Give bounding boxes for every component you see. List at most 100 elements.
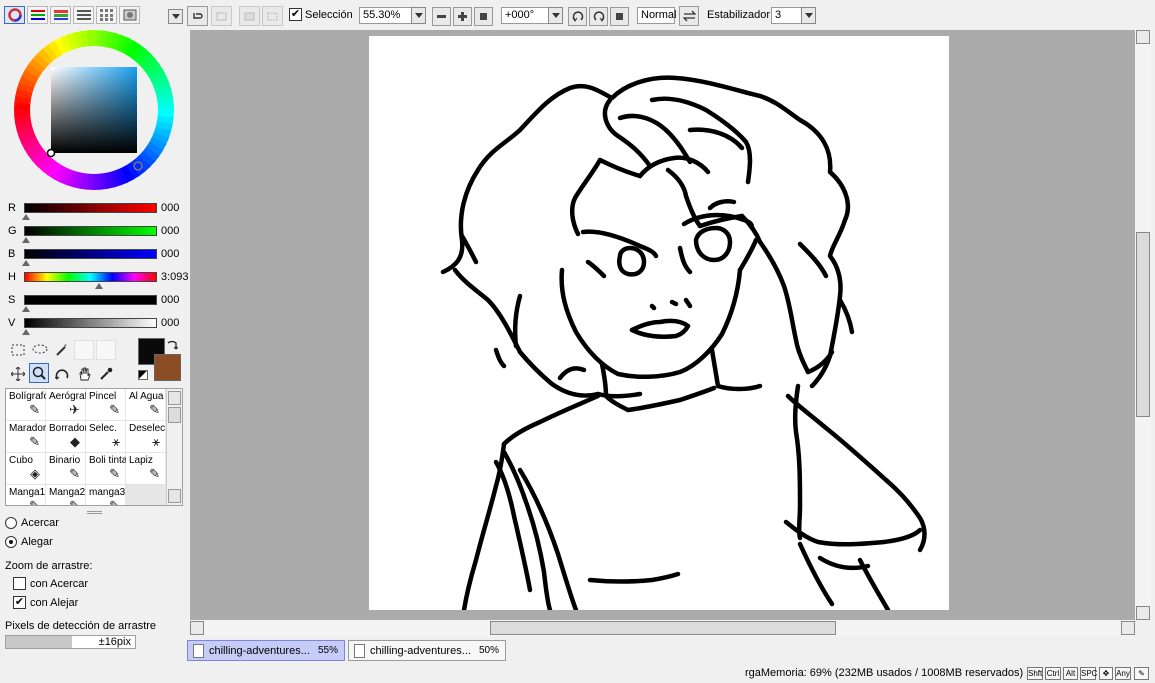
- slider-thumb[interactable]: [22, 214, 30, 220]
- rotate-ccw-button[interactable]: [568, 7, 587, 26]
- scroll-thumb[interactable]: [490, 621, 836, 635]
- stabilizer-field[interactable]: 3: [771, 7, 805, 24]
- slider-r[interactable]: R 000: [4, 202, 187, 222]
- slider-thumb[interactable]: [22, 260, 30, 266]
- brush-aer-grafo[interactable]: Aerógrafo✈: [46, 389, 87, 421]
- zoom-out-option[interactable]: Alegar: [5, 536, 53, 548]
- brush-manga3[interactable]: manga3 ✎: [86, 485, 126, 505]
- brush-manga1[interactable]: Manga1 ✎: [6, 485, 46, 505]
- scroll-down-button[interactable]: [168, 489, 181, 503]
- drag-zoom-out-checkbox[interactable]: ✔: [13, 596, 26, 609]
- document-tab[interactable]: chilling-adventures... 50%: [348, 640, 506, 661]
- reset-colors-icon[interactable]: [138, 370, 148, 380]
- slider-track[interactable]: [24, 249, 157, 259]
- slider-thumb[interactable]: [22, 306, 30, 312]
- blend-mode-field[interactable]: Normal: [637, 7, 676, 24]
- brush-boli-tinta[interactable]: Boli tinta ✎: [86, 453, 127, 485]
- brush-deselec-[interactable]: Deselec. ⚹: [126, 421, 167, 453]
- scroll-up-button[interactable]: [1136, 30, 1150, 44]
- vertical-scrollbar[interactable]: [1135, 30, 1151, 620]
- scratchpad-icon[interactable]: [119, 6, 140, 24]
- rotation-field[interactable]: +000°: [501, 7, 553, 24]
- color-wheel-icon[interactable]: [4, 6, 25, 24]
- slider-thumb[interactable]: [22, 329, 30, 335]
- zoom-field[interactable]: 55.30%: [359, 7, 415, 24]
- slider-track[interactable]: [24, 226, 157, 236]
- secondary-color-swatch[interactable]: [154, 354, 181, 381]
- lasso-icon[interactable]: [30, 340, 50, 360]
- hue-ring-segment[interactable]: [87, 30, 96, 47]
- zoom-in-button[interactable]: [453, 7, 472, 26]
- scroll-right-button[interactable]: [1121, 621, 1135, 635]
- zoom-in-radio[interactable]: [5, 517, 17, 529]
- hsv-sliders-icon[interactable]: [50, 6, 71, 24]
- drag-zoom-out-option[interactable]: ✔ con Alejar: [13, 596, 78, 609]
- scroll-up-button[interactable]: [168, 391, 181, 405]
- slider-b[interactable]: B 000: [4, 248, 187, 268]
- brush-al-agua[interactable]: Al Agua ✎: [126, 389, 166, 421]
- zoom-dropdown[interactable]: [411, 7, 426, 24]
- navigator-icon[interactable]: ✥: [1099, 667, 1113, 680]
- rotation-dropdown[interactable]: [548, 7, 563, 24]
- move-icon[interactable]: [8, 364, 28, 384]
- slider-track[interactable]: [24, 295, 157, 305]
- canvas-viewport[interactable]: [190, 30, 1135, 620]
- zoom-icon[interactable]: [29, 363, 49, 383]
- sv-picker-marker[interactable]: [46, 148, 56, 158]
- rect-select-icon[interactable]: [8, 340, 28, 360]
- brush-manga2[interactable]: Manga2 ✎: [46, 485, 86, 505]
- rotate-icon[interactable]: [52, 364, 72, 384]
- pen-icon[interactable]: ✎: [1134, 667, 1149, 680]
- rgb-sliders-icon[interactable]: [27, 6, 48, 24]
- invert-selection-button[interactable]: [262, 6, 283, 26]
- scroll-thumb[interactable]: [1136, 232, 1150, 417]
- stabilizer-dropdown[interactable]: [801, 7, 816, 24]
- scroll-left-button[interactable]: [190, 621, 204, 635]
- document-tab[interactable]: chilling-adventures... 55%: [187, 640, 345, 661]
- zoom-out-radio[interactable]: [5, 536, 17, 548]
- color-wheel[interactable]: [10, 30, 178, 193]
- drag-zoom-in-option[interactable]: con Acercar: [13, 577, 88, 590]
- slider-g[interactable]: G 000: [4, 225, 187, 245]
- slider-thumb[interactable]: [22, 237, 30, 243]
- flip-view-button[interactable]: [679, 6, 699, 26]
- zoom-reset-button[interactable]: [474, 7, 493, 26]
- slider-track[interactable]: [24, 203, 157, 213]
- rotate-cw-button[interactable]: [589, 7, 608, 26]
- magic-wand-icon[interactable]: *: [52, 340, 72, 360]
- hand-icon[interactable]: [74, 364, 94, 384]
- brush-bol-grafo[interactable]: Bolígrafo ✎: [6, 389, 47, 421]
- slider-thumb[interactable]: [95, 283, 104, 289]
- swap-colors-icon[interactable]: [166, 339, 179, 354]
- brush-marador[interactable]: Marador ✎: [6, 421, 46, 453]
- brush-selec-[interactable]: Selec. ⚹: [86, 421, 126, 453]
- zoom-in-option[interactable]: Acercar: [5, 517, 59, 529]
- drawing-canvas[interactable]: [369, 36, 949, 610]
- slider-v[interactable]: V 000: [4, 317, 187, 337]
- palette-list-icon[interactable]: [73, 6, 94, 24]
- scroll-thumb[interactable]: [168, 407, 181, 423]
- slider-h[interactable]: H 3:093: [4, 271, 189, 291]
- deselect-button[interactable]: [239, 6, 260, 26]
- slider-s[interactable]: S 000: [4, 294, 187, 314]
- slider-track[interactable]: [24, 318, 157, 328]
- undo-button[interactable]: [187, 6, 208, 26]
- scroll-down-button[interactable]: [1136, 606, 1150, 620]
- redo-button[interactable]: [211, 6, 232, 26]
- brush-binario[interactable]: Binario ✎: [46, 453, 86, 485]
- brush-borrador[interactable]: Borrador ◆: [46, 421, 87, 453]
- panel-splitter[interactable]: [87, 511, 102, 514]
- drag-pixels-slider[interactable]: ±16pix: [5, 635, 136, 649]
- brush-cubo[interactable]: Cubo ◈: [6, 453, 46, 485]
- panel-menu-dropdown[interactable]: [168, 9, 183, 24]
- selection-checkbox[interactable]: ✔: [289, 8, 302, 21]
- eyedropper-icon[interactable]: [96, 364, 116, 384]
- horizontal-scrollbar[interactable]: [190, 620, 1135, 636]
- brush-lapiz[interactable]: Lapiz ✎: [126, 453, 166, 485]
- zoom-out-button[interactable]: [432, 7, 451, 26]
- brush-list-scrollbar[interactable]: [166, 389, 182, 505]
- rotation-reset-button[interactable]: [610, 7, 629, 26]
- slider-track[interactable]: [24, 272, 157, 282]
- drag-zoom-in-checkbox[interactable]: [13, 577, 26, 590]
- brush-pincel[interactable]: Pincel ✎: [86, 389, 126, 421]
